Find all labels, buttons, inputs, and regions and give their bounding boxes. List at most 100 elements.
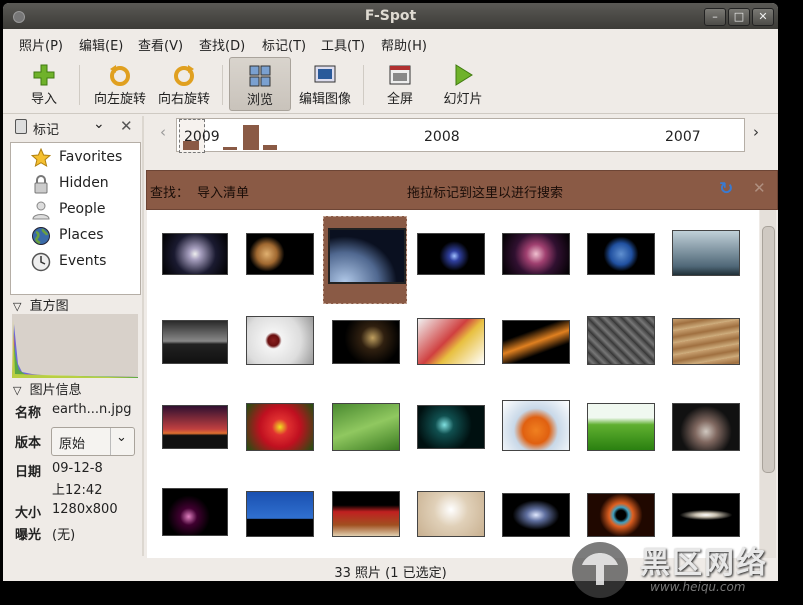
vertical-scrollbar[interactable] — [760, 210, 776, 558]
exposure-value: (无) — [52, 528, 76, 543]
edit-image-button[interactable]: 编辑图像 — [295, 57, 355, 109]
histogram-graph — [12, 319, 138, 378]
lock-icon — [34, 175, 48, 194]
browse-button[interactable]: 浏览 — [229, 57, 291, 111]
photo-thumbnail[interactable] — [328, 228, 406, 284]
window-title: F-Spot — [364, 8, 417, 24]
photo-thumbnail[interactable] — [587, 316, 655, 365]
title-bar: F-Spot – □ ✕ — [3, 3, 778, 29]
refresh-icon[interactable]: ↻ — [719, 179, 733, 199]
status-text: 33 照片 (1 已选定) — [334, 566, 447, 581]
collapse-icon: ▽ — [13, 384, 22, 397]
fullscreen-icon — [389, 65, 411, 85]
find-label: 查找： — [150, 186, 190, 201]
find-bar: 查找： 导入清单 拖拉标记到这里以进行搜索 ↻ ✕ — [146, 170, 778, 210]
photo-thumbnail[interactable] — [587, 493, 655, 537]
clock-icon — [31, 252, 51, 272]
minimize-button[interactable]: – — [704, 8, 726, 26]
name-label: 名称 — [15, 406, 42, 421]
menu-help[interactable]: 帮助(H) — [381, 35, 427, 54]
size-label: 大小 — [15, 506, 42, 521]
photo-thumbnail[interactable] — [246, 233, 314, 275]
tag-list: Favorites Hidden People Places Events — [10, 142, 141, 295]
photo-thumbnail[interactable] — [672, 230, 740, 276]
photo-thumbnail[interactable] — [162, 405, 228, 449]
rotate-right-button[interactable]: 向右旋转 — [153, 57, 215, 109]
photo-thumbnail[interactable] — [332, 491, 400, 537]
menu-photo[interactable]: 照片(P) — [19, 35, 63, 54]
photo-thumbnail[interactable] — [502, 493, 570, 537]
timeline[interactable]: 2009 2008 2007 — [176, 118, 745, 153]
photo-thumbnail[interactable] — [672, 493, 740, 537]
info-header[interactable]: ▽ 图片信息 — [13, 379, 82, 398]
tag-selector[interactable]: 标记 ⌄ ✕ — [9, 116, 139, 138]
photo-thumbnail[interactable] — [672, 403, 740, 451]
pane-divider[interactable] — [142, 116, 144, 556]
photo-thumbnail[interactable] — [332, 403, 400, 451]
watermark-text: 黑区网络 — [640, 546, 768, 581]
photo-thumbnail[interactable] — [246, 491, 314, 537]
plus-icon — [33, 64, 55, 86]
rotate-left-button[interactable]: 向左旋转 — [89, 57, 151, 109]
scrollbar-thumb[interactable] — [762, 226, 775, 473]
browse-icon — [249, 65, 271, 87]
edit-image-icon — [314, 65, 336, 83]
import-label: 导入 — [30, 92, 57, 107]
find-hint: 拖拉标记到这里以进行搜索 — [407, 186, 564, 201]
rotate-right-label: 向右旋转 — [157, 92, 210, 107]
menu-find[interactable]: 查找(D) — [199, 35, 245, 54]
histogram — [12, 314, 138, 378]
menu-tags[interactable]: 标记(T) — [262, 35, 306, 54]
timeline-year: 2007 — [665, 129, 701, 145]
photo-thumbnail[interactable] — [502, 320, 570, 364]
close-button[interactable]: ✕ — [752, 8, 774, 26]
app-window: F-Spot – □ ✕ 照片(P) 编辑(E) 查看(V) 查找(D) 标记(… — [3, 3, 778, 581]
date-label: 日期 — [15, 465, 42, 480]
watermark-url: www.heiqu.com — [650, 580, 746, 594]
version-select[interactable]: 原始 ⌄ — [51, 427, 135, 456]
photo-thumbnail[interactable] — [587, 403, 655, 451]
name-value: earth...n.jpg — [52, 402, 132, 417]
slideshow-button[interactable]: 幻灯片 — [435, 57, 491, 109]
rotate-left-icon — [110, 65, 130, 86]
maximize-button[interactable]: □ — [728, 8, 750, 26]
menu-edit[interactable]: 编辑(E) — [79, 35, 123, 54]
fullscreen-button[interactable]: 全屏 — [373, 57, 427, 109]
photo-thumbnail[interactable] — [162, 320, 228, 364]
photo-thumbnail[interactable] — [332, 320, 400, 364]
play-icon — [455, 64, 473, 86]
clear-icon[interactable]: ✕ — [753, 179, 766, 197]
menu-view[interactable]: 查看(V) — [138, 35, 183, 54]
menu-tools[interactable]: 工具(T) — [321, 35, 365, 54]
import-button[interactable]: 导入 — [17, 57, 71, 109]
photo-thumbnail[interactable] — [417, 491, 485, 537]
fullscreen-label: 全屏 — [386, 92, 413, 107]
tag-selector-label: 标记 — [33, 123, 60, 138]
date-value: 09-12-8 — [52, 461, 103, 476]
photo-thumbnail[interactable] — [417, 318, 485, 365]
timeline-prev-icon[interactable]: ‹ — [160, 123, 166, 141]
photo-thumbnail[interactable] — [417, 405, 485, 449]
find-query-tag[interactable]: 导入清单 — [197, 182, 249, 201]
version-value: 原始 — [59, 437, 86, 452]
photo-thumbnail[interactable] — [246, 403, 314, 451]
exposure-label: 曝光 — [15, 528, 42, 543]
size-value: 1280x800 — [52, 502, 118, 517]
photo-thumbnail[interactable] — [502, 233, 570, 275]
photo-thumbnail[interactable] — [672, 318, 740, 365]
photo-thumbnail[interactable] — [502, 400, 570, 451]
time-value: 上12:42 — [52, 483, 103, 498]
close-pane-icon[interactable]: ✕ — [120, 117, 133, 135]
histogram-header[interactable]: ▽ 直方图 — [13, 295, 69, 314]
photo-thumbnail[interactable] — [417, 233, 485, 275]
star-icon — [31, 148, 51, 168]
chevron-down-icon: ⌄ — [93, 116, 105, 132]
menu-bar: 照片(P) 编辑(E) 查看(V) 查找(D) 标记(T) 工具(T) 帮助(H… — [3, 30, 778, 54]
photo-thumbnail[interactable] — [587, 233, 655, 275]
photo-thumbnail[interactable] — [162, 488, 228, 536]
photo-thumbnail[interactable] — [162, 233, 228, 275]
timeline-next-icon[interactable]: › — [753, 123, 759, 141]
slideshow-label: 幻灯片 — [443, 92, 483, 107]
photo-thumbnail[interactable] — [246, 316, 314, 365]
rotate-left-label: 向左旋转 — [93, 92, 146, 107]
